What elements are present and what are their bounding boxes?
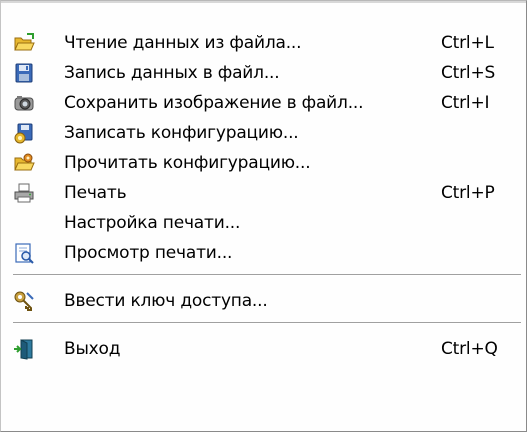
menu-item-label: Просмотр печати... xyxy=(64,243,233,263)
menu-top-border xyxy=(1,1,526,3)
menu-item-shortcut: Ctrl+P xyxy=(441,183,495,203)
menu-separator xyxy=(13,274,521,276)
menu-separator xyxy=(13,322,521,324)
load-config-icon xyxy=(13,152,35,174)
menu-item-shortcut: Ctrl+I xyxy=(441,93,490,113)
menu-item-label: Печать xyxy=(64,183,127,203)
menu-item-label: Ввести ключ доступа... xyxy=(64,291,268,311)
file-menu: Чтение данных из файла... Ctrl+L Запись … xyxy=(0,0,527,432)
menu-item-write-data[interactable]: Запись данных в файл... Ctrl+S xyxy=(3,58,523,87)
save-config-icon xyxy=(13,122,35,144)
exit-door-icon xyxy=(13,338,35,360)
menu-item-print[interactable]: Печать Ctrl+P xyxy=(3,178,523,207)
menu-item-label: Выход xyxy=(64,339,121,359)
menu-item-shortcut: Ctrl+S xyxy=(441,63,496,83)
menu-item-label: Сохранить изображение в файл... xyxy=(64,93,364,113)
menu-item-enter-access-key[interactable]: Ввести ключ доступа... xyxy=(3,286,523,315)
menu-item-shortcut: Ctrl+Q xyxy=(441,339,498,359)
camera-icon xyxy=(13,92,35,114)
menu-item-print-setup[interactable]: Настройка печати... xyxy=(3,208,523,237)
floppy-disk-icon xyxy=(13,62,35,84)
menu-item-read-data[interactable]: Чтение данных из файла... Ctrl+L xyxy=(3,28,523,57)
menu-item-label: Прочитать конфигурацию... xyxy=(64,153,311,173)
open-folder-icon xyxy=(13,32,35,54)
access-key-icon xyxy=(13,290,35,312)
menu-item-save-image[interactable]: Сохранить изображение в файл... Ctrl+I xyxy=(3,88,523,117)
menu-item-label: Чтение данных из файла... xyxy=(64,33,302,53)
menu-item-label: Запись данных в файл... xyxy=(64,63,280,83)
menu-item-label: Записать конфигурацию... xyxy=(64,123,299,143)
menu-item-label: Настройка печати... xyxy=(64,213,241,233)
menu-item-shortcut: Ctrl+L xyxy=(441,33,494,53)
printer-icon xyxy=(13,182,35,204)
menu-item-print-preview[interactable]: Просмотр печати... xyxy=(3,238,523,267)
menu-item-read-config[interactable]: Прочитать конфигурацию... xyxy=(3,148,523,177)
print-preview-icon xyxy=(13,242,35,264)
menu-item-exit[interactable]: Выход Ctrl+Q xyxy=(3,334,523,363)
menu-item-write-config[interactable]: Записать конфигурацию... xyxy=(3,118,523,147)
